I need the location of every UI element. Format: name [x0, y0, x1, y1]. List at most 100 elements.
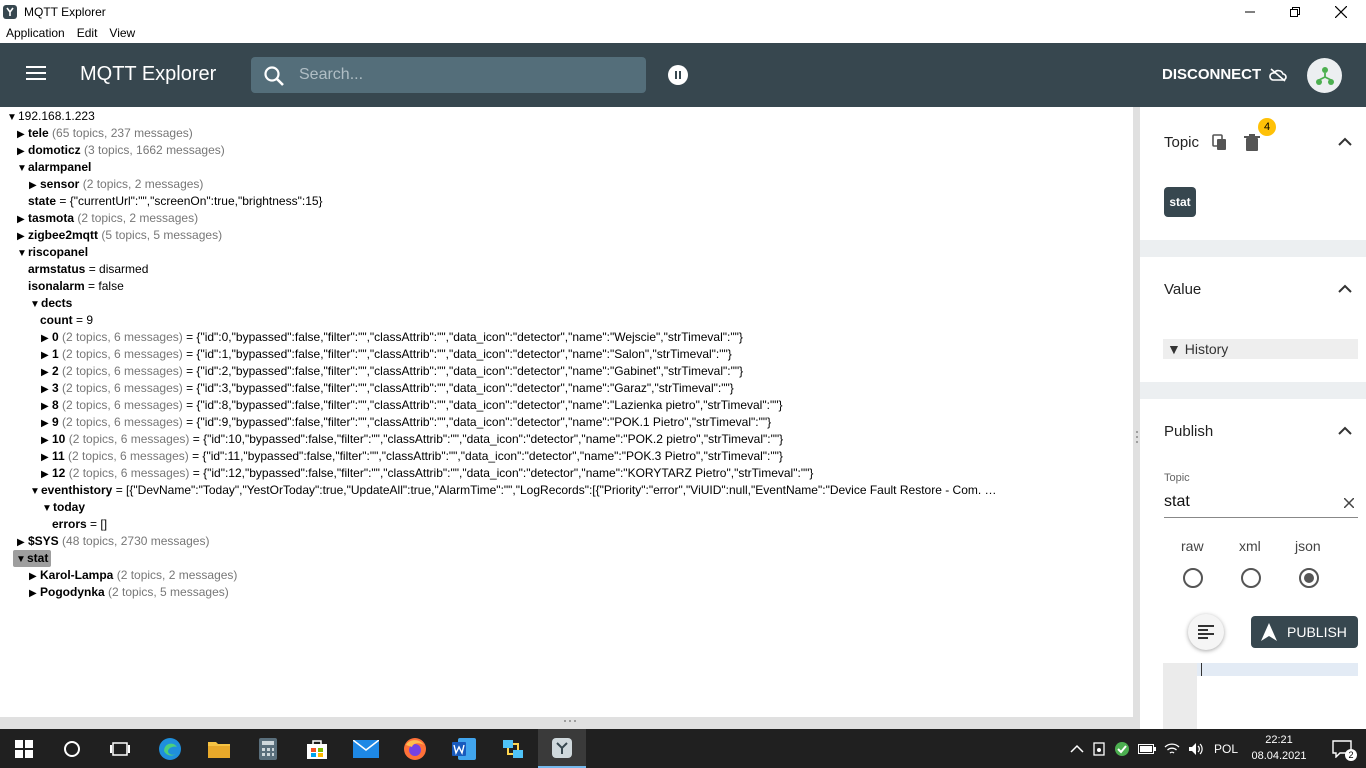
taskbar-mail[interactable]: [342, 729, 390, 768]
minimize-button[interactable]: [1227, 0, 1273, 23]
collapsed-arrow-icon[interactable]: ▶: [29, 585, 40, 602]
collapsed-arrow-icon[interactable]: ▶: [17, 126, 28, 143]
expanded-arrow-icon[interactable]: ▼: [17, 160, 28, 177]
collapsed-arrow-icon[interactable]: ▶: [41, 415, 52, 432]
system-clock[interactable]: 22:21 08.04.2021: [1248, 732, 1310, 764]
tree-node-dects-1[interactable]: ▶ 1 (2 topics, 6 messages) = {"id":1,"byp…: [41, 346, 732, 363]
format-raw-radio[interactable]: [1183, 568, 1203, 588]
tree-node-domoticz[interactable]: ▶ domoticz (3 topics, 1662 messages): [17, 142, 225, 159]
tree-node-dects-0[interactable]: ▶ 0 (2 topics, 6 messages) = {"id":0,"byp…: [41, 329, 743, 346]
collapsed-arrow-icon[interactable]: ▶: [17, 143, 28, 160]
tree-node-tasmota[interactable]: ▶ tasmota (2 topics, 2 messages): [17, 210, 198, 227]
tree-node-dects-3[interactable]: ▶ 3 (2 topics, 6 messages) = {"id":3,"byp…: [41, 380, 734, 397]
input-language[interactable]: POL: [1214, 742, 1238, 756]
connection-avatar[interactable]: [1307, 58, 1342, 93]
tree-node-dects-8[interactable]: ▶ 8 (2 topics, 6 messages) = {"id":8,"byp…: [41, 397, 782, 414]
taskbar-calculator[interactable]: [244, 729, 292, 768]
history-toggle[interactable]: ▼ History: [1163, 339, 1358, 359]
task-view-button[interactable]: [96, 729, 144, 768]
tree-node-sys[interactable]: ▶ $SYS (48 topics, 2730 messages): [17, 533, 209, 550]
tree-node-eventhistory[interactable]: ▼eventhistory = [{"DevName":"Today","Yes…: [30, 482, 1130, 499]
taskbar-store[interactable]: [293, 729, 341, 768]
collapsed-arrow-icon[interactable]: ▶: [29, 568, 40, 585]
tree-node-sensor[interactable]: ▶ sensor (2 topics, 2 messages): [29, 176, 203, 193]
taskbar-firefox[interactable]: [391, 729, 439, 768]
tree-node-dects-11[interactable]: ▶ 11 (2 topics, 6 messages) = {"id":11,"b…: [41, 448, 783, 465]
tree-node-pogodynka[interactable]: ▶ Pogodynka (2 topics, 5 messages): [29, 584, 229, 601]
delete-icon[interactable]: [1244, 134, 1260, 152]
taskbar-search-button[interactable]: [48, 729, 96, 768]
vertical-splitter[interactable]: [1133, 107, 1140, 729]
hamburger-menu-icon[interactable]: [26, 65, 46, 81]
expanded-arrow-icon[interactable]: ▼: [16, 551, 27, 568]
payload-editor[interactable]: [1163, 663, 1358, 729]
close-window-button[interactable]: [1318, 0, 1364, 23]
collapsed-arrow-icon[interactable]: ▶: [41, 398, 52, 415]
topic-chip[interactable]: stat: [1164, 187, 1196, 217]
tree-node-dects-2[interactable]: ▶ 2 (2 topics, 6 messages) = {"id":2,"byp…: [41, 363, 743, 380]
expanded-arrow-icon[interactable]: ▼: [7, 109, 18, 126]
collapsed-arrow-icon[interactable]: ▶: [41, 449, 52, 466]
taskbar-edge[interactable]: [146, 729, 194, 768]
chevron-up-icon[interactable]: [1338, 426, 1352, 436]
tree-node-count[interactable]: count = 9: [40, 312, 93, 329]
format-xml-radio[interactable]: [1241, 568, 1261, 588]
pause-button[interactable]: [668, 65, 688, 85]
tree-node-riscopanel[interactable]: ▼riscopanel: [17, 244, 88, 261]
tree-node-isonalarm[interactable]: isonalarm = false: [28, 278, 124, 295]
tree-node-armstatus[interactable]: armstatus = disarmed: [28, 261, 148, 278]
collapsed-arrow-icon[interactable]: ▶: [41, 364, 52, 381]
collapsed-arrow-icon[interactable]: ▶: [17, 228, 28, 245]
expanded-arrow-icon[interactable]: ▼: [42, 500, 53, 517]
tree-node-root[interactable]: ▼192.168.1.223: [7, 108, 95, 125]
taskbar-network-tool[interactable]: [489, 729, 537, 768]
tree-node-state[interactable]: state = {"currentUrl":"","screenOn":true…: [28, 193, 323, 210]
volume-icon[interactable]: [1188, 742, 1204, 756]
tree-node-dects[interactable]: ▼dects: [30, 295, 72, 312]
copy-icon[interactable]: [1212, 134, 1228, 152]
tree-node-errors[interactable]: errors = []: [52, 516, 107, 533]
menu-application[interactable]: Application: [0, 26, 71, 40]
collapsed-arrow-icon[interactable]: ▶: [17, 211, 28, 228]
notifications-button[interactable]: 2: [1318, 729, 1366, 768]
clear-icon[interactable]: [1344, 498, 1354, 508]
tree-node-alarmpanel[interactable]: ▼alarmpanel: [17, 159, 91, 176]
taskbar-word[interactable]: [440, 729, 488, 768]
device-tray-icon[interactable]: [1092, 741, 1106, 756]
collapsed-arrow-icon[interactable]: ▶: [41, 432, 52, 449]
tree-node-dects-12[interactable]: ▶ 12 (2 topics, 6 messages) = {"id":12,"b…: [41, 465, 813, 482]
tree-node-today[interactable]: ▼today: [42, 499, 85, 516]
publish-button[interactable]: PUBLISH: [1251, 616, 1358, 648]
disconnect-button[interactable]: DISCONNECT: [1162, 66, 1287, 83]
security-check-icon[interactable]: [1114, 741, 1130, 757]
horizontal-resize-handle[interactable]: [0, 717, 1140, 729]
expanded-arrow-icon[interactable]: ▼: [17, 245, 28, 262]
tree-node-tele[interactable]: ▶ tele (65 topics, 237 messages): [17, 125, 193, 142]
publish-topic-input[interactable]: stat: [1164, 493, 1190, 511]
start-button[interactable]: [0, 729, 48, 768]
menu-view[interactable]: View: [103, 26, 141, 40]
tree-node-karol-lampa[interactable]: ▶ Karol-Lampa (2 topics, 2 messages): [29, 567, 237, 584]
show-hidden-icons-chevron-icon[interactable]: [1070, 744, 1084, 754]
collapsed-arrow-icon[interactable]: ▶: [41, 330, 52, 347]
tree-node-zigbee2mqtt[interactable]: ▶ zigbee2mqtt (5 topics, 5 messages): [17, 227, 222, 244]
collapsed-arrow-icon[interactable]: ▶: [41, 347, 52, 364]
battery-icon[interactable]: [1138, 743, 1156, 754]
format-json-radio[interactable]: [1299, 568, 1319, 588]
menu-edit[interactable]: Edit: [71, 26, 104, 40]
expanded-arrow-icon[interactable]: ▼: [30, 483, 41, 499]
collapsed-arrow-icon[interactable]: ▶: [29, 177, 40, 194]
collapsed-arrow-icon[interactable]: ▶: [17, 534, 28, 551]
format-json-button[interactable]: [1188, 614, 1224, 650]
tree-node-dects-9[interactable]: ▶ 9 (2 topics, 6 messages) = {"id":9,"byp…: [41, 414, 771, 431]
taskbar-file-explorer[interactable]: [195, 729, 243, 768]
collapsed-arrow-icon[interactable]: ▶: [41, 381, 52, 398]
expanded-arrow-icon[interactable]: ▼: [30, 296, 41, 313]
wifi-icon[interactable]: [1164, 742, 1180, 756]
taskbar-mqtt-explorer[interactable]: [538, 729, 586, 768]
chevron-up-icon[interactable]: [1338, 284, 1352, 294]
tree-node-dects-10[interactable]: ▶ 10 (2 topics, 6 messages) = {"id":10,"b…: [41, 431, 783, 448]
chevron-up-icon[interactable]: [1338, 137, 1352, 147]
collapsed-arrow-icon[interactable]: ▶: [41, 466, 52, 483]
search-box[interactable]: [251, 57, 646, 93]
